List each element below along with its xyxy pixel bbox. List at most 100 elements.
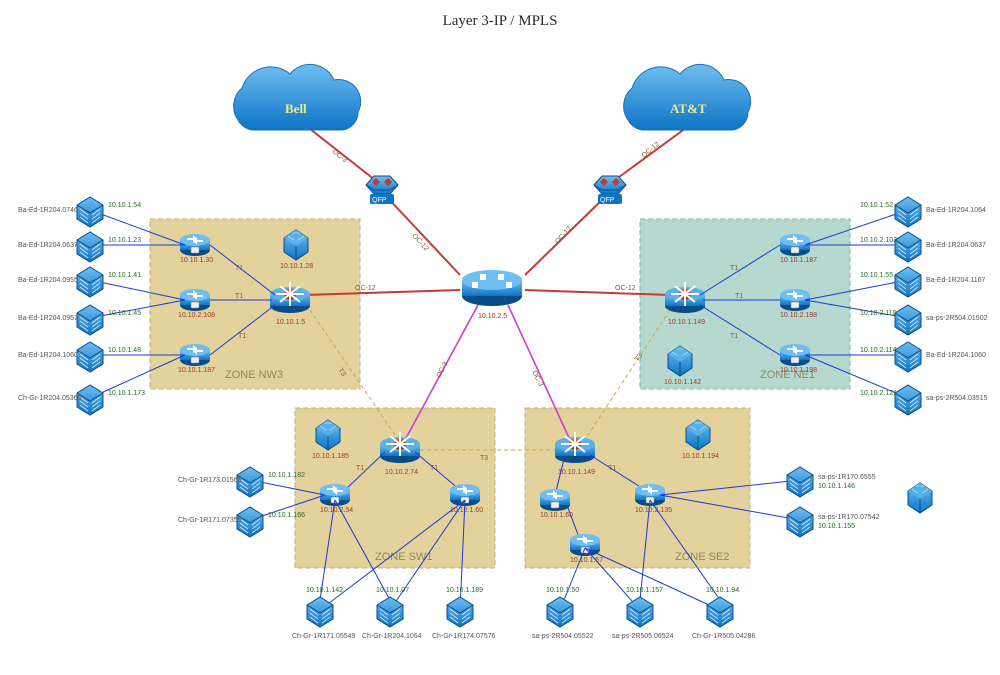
svg-text:T1: T1 [238,333,246,340]
satellite-box: Ba-Ed-1R204.0637 10.10.2.103 [860,232,986,262]
svg-text:sa-ps-1R170.07542: sa-ps-1R170.07542 [818,514,880,521]
svg-text:10.10.2.74: 10.10.2.74 [385,469,418,476]
satellite-box: Ba-Ed-1R204.0957 10.10.1.45 [18,305,141,335]
satellite-box: Ba-Ed-1R204.1060 10.10.1.48 [18,342,141,372]
svg-text:10.10.1.50: 10.10.1.50 [546,587,579,594]
svg-text:T3: T3 [480,455,488,462]
qfp-left: QFP [366,176,398,204]
svg-text:10.10.2.5: 10.10.2.5 [478,313,507,320]
svg-text:T1: T1 [430,465,438,472]
svg-text:10.10.1.142: 10.10.1.142 [306,587,343,594]
svg-text:10.10.1.155: 10.10.1.155 [818,523,855,530]
svg-text:10.10.2.108: 10.10.2.108 [178,312,215,319]
svg-text:OC-12: OC-12 [641,141,661,160]
svg-text:Ch-Gr-1R204.05360: Ch-Gr-1R204.05360 [18,395,82,402]
svg-text:10.10.1.5: 10.10.1.5 [276,319,305,326]
satellite-box: Ba-Ed-1R204.1167 10.10.1.55 [860,267,986,297]
svg-text:Ba-Ed-1R204.0957: Ba-Ed-1R204.0957 [18,315,78,322]
satellite-box: 10.10.1.94Ch-Gr-1R505.04286 [692,587,756,640]
satellite-box: 10.10.1.157 sa-ps-2R505.06524 [612,587,674,640]
svg-text:10.10.2.135: 10.10.2.135 [635,507,672,514]
svg-text:sa-ps-2R504.05522: sa-ps-2R504.05522 [532,633,594,640]
svg-text:T1: T1 [356,465,364,472]
svg-text:OC-12: OC-12 [615,285,636,292]
cloud-att: AT&T [624,64,751,130]
svg-text:10.10.1.23: 10.10.1.23 [108,237,141,244]
zone-nw3-label: ZONE NW3 [225,369,283,381]
svg-text:Ba-Ed-1R204.1060: Ba-Ed-1R204.1060 [926,352,986,359]
svg-text:T1: T1 [730,333,738,340]
svg-text:Ba-Ed-1R204.1064: Ba-Ed-1R204.1064 [926,207,986,214]
svg-text:T1: T1 [235,293,243,300]
satellite-box: Ch-Gr-1R171.0735510.10.1.166 [178,507,305,537]
svg-text:OC-12: OC-12 [411,233,430,253]
svg-text:AT&T: AT&T [670,101,707,116]
satellite-box: Ba-Ed-1R204.1064 10.10.1.52 [860,197,986,227]
svg-text:Ba-Ed-1R204.0746: Ba-Ed-1R204.0746 [18,207,78,214]
svg-text:OC-12: OC-12 [355,285,376,292]
svg-text:sa-ps-2R505.06524: sa-ps-2R505.06524 [612,633,674,640]
svg-text:sa-ps-1R170.6555: sa-ps-1R170.6555 [818,474,876,481]
svg-text:10.10.1.157: 10.10.1.157 [626,587,663,594]
svg-text:10.10.2.110: 10.10.2.110 [860,310,897,317]
svg-text:10.10.2.54: 10.10.2.54 [320,507,353,514]
svg-text:10.10.1.60: 10.10.1.60 [540,512,573,519]
satellite-box: 10.10.1.07Ch-Gr-1R204.1064 [362,587,422,640]
satellite-box: sa-ps-1R170.07542 10.10.1.155 [787,507,880,537]
svg-text:sa-ps-2R504.01502: sa-ps-2R504.01502 [926,315,988,322]
satellite-box: sa-ps-2R504.01502 10.10.2.110 [860,305,988,335]
svg-text:10.10.1.54: 10.10.1.54 [108,202,141,209]
satellite-box: 10.10.1.142 Ch-Gr-1R171.05549 [292,587,356,640]
svg-text:OC-12: OC-12 [554,225,573,245]
svg-text:10.10.1.52: 10.10.1.52 [860,202,893,209]
svg-text:OC-3: OC-3 [436,361,450,379]
svg-text:T1: T1 [235,265,243,272]
svg-text:10.10.1.182: 10.10.1.182 [268,472,305,479]
svg-text:10.10.1.146: 10.10.1.146 [818,483,855,490]
svg-text:Ba-Ed-1R204.1167: Ba-Ed-1R204.1167 [926,277,986,284]
satellite-box: sa-ps-1R170.6555 10.10.1.146 [787,467,876,497]
svg-text:Bell: Bell [285,101,307,116]
satellite-box: sa-ps-2R504.0351510.10.2.121 [860,385,988,415]
orphan-server [908,483,932,513]
svg-text:T1: T1 [608,465,616,472]
satellite-box: Ba-Ed-1R204.1060 10.10.2.114 [860,342,986,372]
svg-text:10.10.1.198: 10.10.1.198 [780,367,817,374]
svg-text:Ba-Ed-1R204.0955: Ba-Ed-1R204.0955 [18,277,78,284]
svg-text:10.10.1.189: 10.10.1.189 [446,587,483,594]
svg-text:10.10.2.103: 10.10.2.103 [860,237,897,244]
svg-text:10.10.1.45: 10.10.1.45 [108,310,141,317]
svg-text:10.10.2.114: 10.10.2.114 [860,347,897,354]
svg-text:QFP: QFP [600,197,615,204]
svg-text:10.10.1.187: 10.10.1.187 [780,257,817,264]
cloud-bell: Bell [234,64,361,130]
svg-text:Ch-Gr-1R174.07576: Ch-Gr-1R174.07576 [432,633,496,640]
svg-text:OC-3: OC-3 [331,148,348,164]
svg-text:10.10.1.07: 10.10.1.07 [376,587,409,594]
svg-text:Ba-Ed-1R204.1060: Ba-Ed-1R204.1060 [18,352,78,359]
svg-text:10.10.1.149: 10.10.1.149 [558,469,595,476]
svg-text:Ch-Gr-1R171.05549: Ch-Gr-1R171.05549 [292,633,356,640]
page-title: Layer 3-IP / MPLS [443,13,558,29]
svg-text:10.10.2.198: 10.10.2.198 [780,312,817,319]
svg-text:10.10.1.41: 10.10.1.41 [108,272,141,279]
svg-text:10.10.1.94: 10.10.1.94 [706,587,739,594]
svg-text:10.10.1.48: 10.10.1.48 [108,347,141,354]
svg-text:Ch-Gr-1R171.07355: Ch-Gr-1R171.07355 [178,517,242,524]
svg-text:10.10.1.187: 10.10.1.187 [178,367,215,374]
svg-text:10.10.2.121: 10.10.2.121 [860,390,897,397]
svg-text:10.10.1.55: 10.10.1.55 [860,272,893,279]
svg-text:OC-3: OC-3 [530,370,544,388]
zone-se2-label: ZONE SE2 [675,551,729,563]
svg-text:QFP: QFP [372,197,387,204]
qfp-right: QFP [594,176,626,204]
svg-text:10.10.1.149: 10.10.1.149 [668,319,705,326]
svg-text:Ch-Gr-1R173.01565: Ch-Gr-1R173.01565 [178,477,242,484]
satellite-box: Ba-Ed-1R204.063710.10.1.23 [18,232,141,262]
satellite-box: Ch-Gr-1R173.01565 10.10.1.182 [178,467,305,497]
svg-text:T1: T1 [735,293,743,300]
svg-text:10.10.1.142: 10.10.1.142 [664,379,701,386]
svg-text:10.10.1.28: 10.10.1.28 [280,263,313,270]
satellite-box: Ba-Ed-1R204.0955 10.10.1.41 [18,267,141,297]
svg-text:Ba-Ed-1R204.0637: Ba-Ed-1R204.0637 [926,242,986,249]
